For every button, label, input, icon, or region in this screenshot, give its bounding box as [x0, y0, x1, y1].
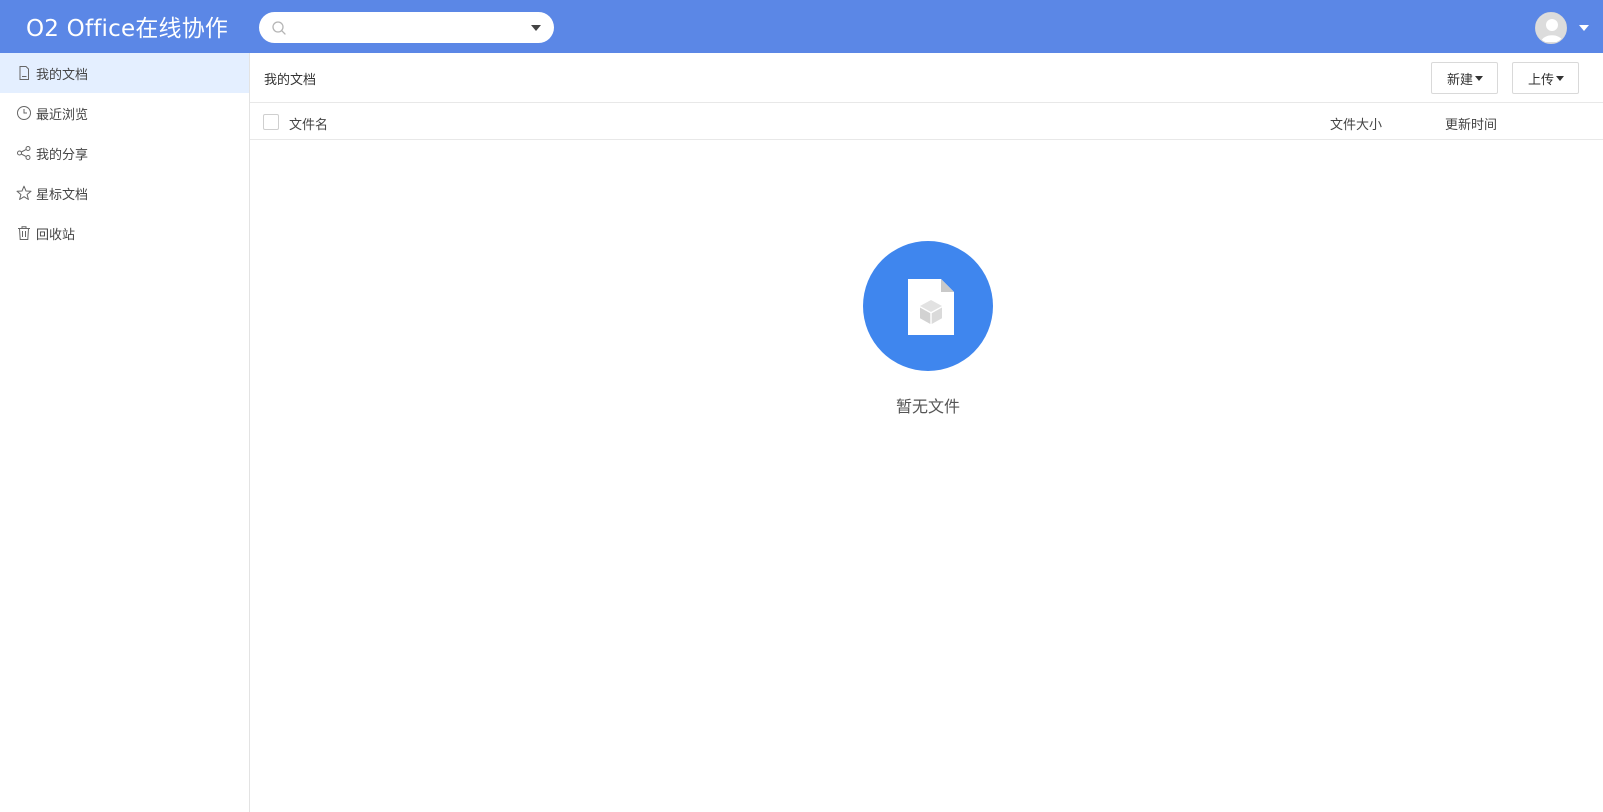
- toolbar: 我的文档 新建 上传: [250, 53, 1603, 103]
- new-button-label: 新建: [1447, 72, 1474, 88]
- column-header-filesize[interactable]: 文件大小: [1330, 114, 1382, 133]
- select-all-checkbox[interactable]: [263, 114, 279, 130]
- trash-icon: [18, 226, 30, 240]
- user-avatar-icon: [1536, 13, 1566, 43]
- share-icon: [17, 146, 31, 160]
- sidebar-item-label: 我的文档: [36, 67, 89, 83]
- top-header: O2 Office在线协作: [0, 0, 1603, 53]
- search-box[interactable]: [259, 12, 554, 43]
- empty-state: 暂无文件: [862, 241, 994, 417]
- chevron-down-icon: [1475, 75, 1484, 81]
- sidebar-item-recycle-bin[interactable]: 回收站: [0, 213, 249, 253]
- sidebar-item-my-shares[interactable]: 我的分享: [0, 133, 249, 173]
- upload-button[interactable]: 上传: [1512, 62, 1580, 94]
- user-menu-caret-icon[interactable]: [1579, 25, 1589, 31]
- sidebar-item-label: 我的分享: [36, 147, 89, 163]
- search-input[interactable]: [293, 16, 513, 39]
- empty-state-circle: [863, 241, 993, 371]
- sidebar-item-label: 最近浏览: [36, 107, 89, 123]
- sidebar: 我的文档 最近浏览 我的分享 星标文档 回收站: [0, 53, 250, 812]
- breadcrumb: 我的文档: [264, 73, 317, 88]
- sidebar-item-my-documents[interactable]: 我的文档: [0, 53, 249, 93]
- sidebar-item-label: 星标文档: [36, 187, 89, 203]
- user-avatar[interactable]: [1535, 12, 1567, 44]
- app-title: O2 Office在线协作: [26, 16, 229, 42]
- sidebar-item-label: 回收站: [36, 227, 76, 243]
- new-button[interactable]: 新建: [1431, 62, 1499, 94]
- column-header-updated[interactable]: 更新时间: [1445, 114, 1497, 133]
- empty-file-icon: [908, 279, 954, 335]
- star-icon: [16, 185, 32, 200]
- empty-state-text: 暂无文件: [895, 397, 960, 416]
- upload-button-label: 上传: [1528, 72, 1555, 88]
- search-dropdown-caret-icon[interactable]: [531, 25, 541, 31]
- document-icon: [19, 66, 29, 80]
- column-header-filename[interactable]: 文件名: [289, 114, 328, 133]
- file-table-header: 文件名 文件大小 更新时间: [250, 103, 1603, 140]
- search-icon: [272, 21, 286, 35]
- chevron-down-icon: [1556, 75, 1565, 81]
- sidebar-item-recent[interactable]: 最近浏览: [0, 93, 249, 133]
- clock-icon: [17, 106, 31, 120]
- sidebar-item-starred[interactable]: 星标文档: [0, 173, 249, 213]
- main-content: 我的文档 新建 上传 文件名 文件大小 更新时间 暂无文件: [250, 53, 1603, 812]
